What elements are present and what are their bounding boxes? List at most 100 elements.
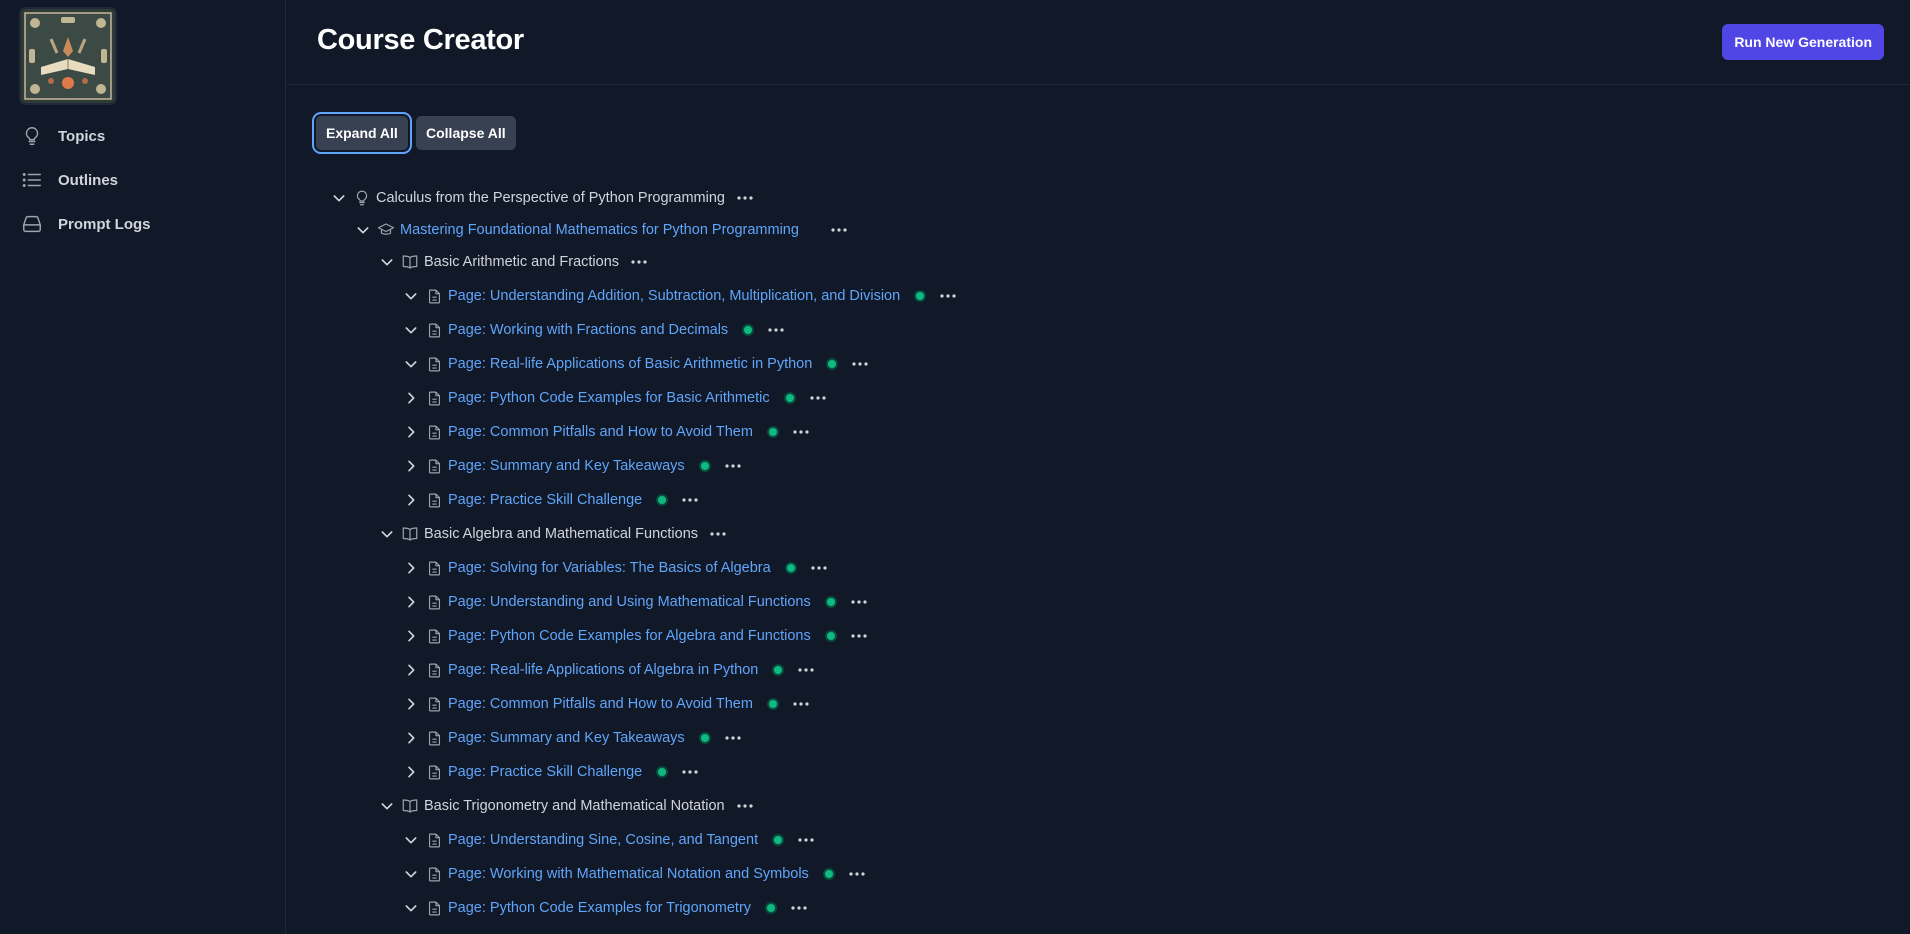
tree-topic[interactable]: Calculus from the Perspective of Python … (328, 186, 755, 210)
status-dot-icon (768, 700, 777, 708)
more-options-icon[interactable] (735, 195, 755, 201)
tree-item-link[interactable]: Mastering Foundational Mathematics for P… (400, 222, 799, 238)
chevron-right-icon[interactable] (400, 625, 422, 647)
chevron-down-icon[interactable] (400, 897, 422, 919)
chevron-right-icon[interactable] (400, 421, 422, 443)
chevron-right-icon[interactable] (400, 455, 422, 477)
chevron-down-icon[interactable] (400, 353, 422, 375)
graduation-cap-icon (376, 220, 396, 240)
tree-item-link[interactable]: Page: Common Pitfalls and How to Avoid T… (448, 424, 753, 440)
more-options-icon[interactable] (723, 735, 743, 741)
tree-page[interactable]: Page: Solving for Variables: The Basics … (400, 556, 829, 580)
tree-page[interactable]: Page: Understanding Sine, Cosine, and Ta… (400, 828, 816, 852)
tree-page[interactable]: Page: Python Code Examples for Algebra a… (400, 624, 869, 648)
chevron-right-icon[interactable] (400, 591, 422, 613)
tree-page[interactable]: Page: Real-life Applications of Trigonom… (400, 930, 852, 934)
tree-item-link[interactable]: Page: Solving for Variables: The Basics … (448, 560, 771, 576)
chevron-right-icon[interactable] (400, 761, 422, 783)
chevron-right-icon[interactable] (400, 659, 422, 681)
tree-item-link[interactable]: Page: Practice Skill Challenge (448, 492, 642, 508)
tree-page[interactable]: Page: Understanding Addition, Subtractio… (400, 284, 958, 308)
tree-item-label: Basic Arithmetic and Fractions (424, 254, 620, 270)
more-options-icon[interactable] (829, 227, 849, 233)
tree-page[interactable]: Page: Practice Skill Challenge (400, 760, 700, 784)
tree-item-link[interactable]: Page: Understanding and Using Mathematic… (448, 594, 811, 610)
tree-page[interactable]: Page: Python Code Examples for Trigonome… (400, 896, 809, 920)
tree-item-link[interactable]: Page: Practice Skill Challenge (448, 764, 642, 780)
expand-all-button[interactable]: Expand All (316, 116, 408, 150)
chevron-down-icon[interactable] (400, 285, 422, 307)
tree-page[interactable]: Page: Working with Mathematical Notation… (400, 862, 867, 886)
tree-page[interactable]: Page: Python Code Examples for Basic Ari… (400, 386, 828, 410)
tree-item-label: Basic Algebra and Mathematical Functions (424, 526, 699, 542)
tree-item-link[interactable]: Page: Real-life Applications of Algebra … (448, 662, 758, 678)
chevron-down-icon[interactable] (400, 863, 422, 885)
chevron-right-icon[interactable] (400, 387, 422, 409)
tree-item-link[interactable]: Page: Understanding Sine, Cosine, and Ta… (448, 832, 758, 848)
chevron-right-icon[interactable] (400, 489, 422, 511)
chevron-right-icon[interactable] (400, 693, 422, 715)
tree-item-link[interactable]: Page: Python Code Examples for Algebra a… (448, 628, 811, 644)
more-options-icon[interactable] (796, 667, 816, 673)
more-options-icon[interactable] (789, 905, 809, 911)
tree-page[interactable]: Page: Working with Fractions and Decimal… (400, 318, 786, 342)
status-dot-icon (658, 768, 667, 776)
more-options-icon[interactable] (680, 497, 700, 503)
more-options-icon[interactable] (680, 769, 700, 775)
more-options-icon[interactable] (849, 633, 869, 639)
inbox-icon (20, 212, 44, 236)
tree-page[interactable]: Page: Common Pitfalls and How to Avoid T… (400, 692, 811, 716)
tree-section[interactable]: Basic Algebra and Mathematical Functions (376, 522, 728, 546)
chevron-down-icon[interactable] (352, 219, 374, 241)
chevron-down-icon[interactable] (328, 187, 350, 209)
more-options-icon[interactable] (735, 803, 755, 809)
more-options-icon[interactable] (629, 259, 649, 265)
tree-outline[interactable]: Mastering Foundational Mathematics for P… (352, 218, 849, 242)
more-options-icon[interactable] (791, 429, 811, 435)
more-options-icon[interactable] (708, 531, 728, 537)
more-options-icon[interactable] (849, 599, 869, 605)
more-options-icon[interactable] (847, 871, 867, 877)
tree-item-link[interactable]: Page: Real-life Applications of Basic Ar… (448, 356, 812, 372)
tree-page[interactable]: Page: Practice Skill Challenge (400, 488, 700, 512)
tree-item-link[interactable]: Page: Python Code Examples for Basic Ari… (448, 390, 770, 406)
tree-item-link[interactable]: Page: Summary and Key Takeaways (448, 730, 685, 746)
sidebar-item-topics[interactable]: Topics (20, 120, 260, 152)
tree-item-link[interactable]: Page: Understanding Addition, Subtractio… (448, 288, 900, 304)
more-options-icon[interactable] (796, 837, 816, 843)
chevron-right-icon[interactable] (400, 557, 422, 579)
run-new-generation-button[interactable]: Run New Generation (1722, 24, 1884, 60)
app-logo (21, 9, 115, 103)
more-options-icon[interactable] (808, 395, 828, 401)
tree-item-link[interactable]: Page: Python Code Examples for Trigonome… (448, 900, 751, 916)
document-icon (424, 388, 444, 408)
tree-item-link[interactable]: Page: Working with Fractions and Decimal… (448, 322, 728, 338)
chevron-down-icon[interactable] (400, 829, 422, 851)
more-options-icon[interactable] (938, 293, 958, 299)
tree-item-link[interactable]: Page: Summary and Key Takeaways (448, 458, 685, 474)
tree-page[interactable]: Page: Real-life Applications of Basic Ar… (400, 352, 870, 376)
more-options-icon[interactable] (850, 361, 870, 367)
tree-item-link[interactable]: Page: Working with Mathematical Notation… (448, 866, 809, 882)
collapse-all-button[interactable]: Collapse All (416, 116, 516, 150)
tree-item-link[interactable]: Page: Common Pitfalls and How to Avoid T… (448, 696, 753, 712)
sidebar-item-outlines[interactable]: Outlines (20, 164, 260, 196)
chevron-right-icon[interactable] (400, 727, 422, 749)
more-options-icon[interactable] (766, 327, 786, 333)
tree-page[interactable]: Page: Summary and Key Takeaways (400, 726, 743, 750)
sidebar-item-prompt-logs[interactable]: Prompt Logs (20, 208, 260, 240)
chevron-down-icon[interactable] (400, 319, 422, 341)
chevron-down-icon[interactable] (376, 523, 398, 545)
tree-page[interactable]: Page: Real-life Applications of Algebra … (400, 658, 816, 682)
chevron-down-icon[interactable] (376, 251, 398, 273)
tree-page[interactable]: Page: Understanding and Using Mathematic… (400, 590, 869, 614)
more-options-icon[interactable] (791, 701, 811, 707)
tree-section[interactable]: Basic Trigonometry and Mathematical Nota… (376, 794, 755, 818)
tree-page[interactable]: Page: Summary and Key Takeaways (400, 454, 743, 478)
status-dot-icon (700, 462, 709, 470)
tree-page[interactable]: Page: Common Pitfalls and How to Avoid T… (400, 420, 811, 444)
chevron-down-icon[interactable] (376, 795, 398, 817)
tree-section[interactable]: Basic Arithmetic and Fractions (376, 250, 649, 274)
more-options-icon[interactable] (809, 565, 829, 571)
more-options-icon[interactable] (723, 463, 743, 469)
